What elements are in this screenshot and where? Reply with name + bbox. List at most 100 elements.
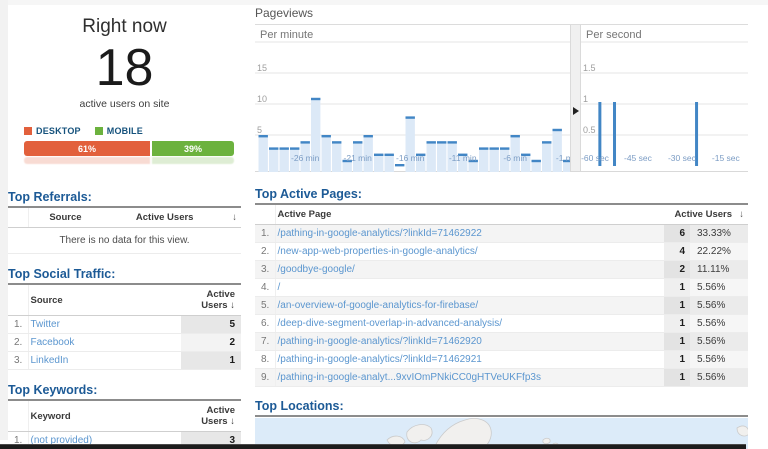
active-page-link[interactable]: /pathing-in-google-analytics/?linkId=714… — [278, 354, 482, 365]
pageviews-panel: Pageviews Per minute 5 10 15 -26 min -21 min… — [255, 6, 748, 449]
active-page-header[interactable]: Active Page — [275, 205, 664, 225]
active-page-link[interactable]: /goodbye-google/ — [278, 264, 355, 275]
row-rank: 1. — [255, 224, 276, 243]
referrals-active-users-header[interactable]: Active Users — [102, 208, 227, 229]
referrals-empty-message: There is no data for this view. — [8, 227, 241, 255]
row-rank: 1. — [8, 315, 29, 335]
svg-text:-30 sec: -30 sec — [668, 153, 697, 163]
device-split-bar: 61% 39% — [24, 141, 234, 157]
row-active-users: 1 — [664, 332, 690, 351]
realtime-summary-panel: Right now 18 active users on site DESKTO… — [8, 8, 241, 449]
svg-text:15: 15 — [257, 63, 267, 73]
active-page-link[interactable]: /an-overview-of-google-analytics-for-fir… — [278, 300, 479, 311]
chevron-right-icon — [573, 107, 579, 115]
table-row: 1. Twitter 5 — [8, 315, 241, 335]
row-active-page: /an-overview-of-google-analytics-for-fir… — [275, 296, 664, 315]
active-page-link[interactable]: /pathing-in-google-analyt...9xvIOmPNkiCC… — [278, 372, 541, 383]
row-active-users: 5 — [181, 315, 241, 335]
row-percentage: 5.56% — [690, 350, 748, 369]
row-active-users: 2 — [181, 333, 241, 353]
table-row: 6./deep-dive-segment-overlap-in-advanced… — [255, 314, 748, 333]
referrals-source-header[interactable]: Source — [28, 208, 103, 229]
active-users-count: 18 — [95, 39, 154, 97]
active-page-link[interactable]: /deep-dive-segment-overlap-in-advanced-a… — [278, 318, 503, 329]
keywords-active-users-header[interactable]: Active Users ↓ — [181, 401, 241, 433]
source-link[interactable]: Twitter — [31, 319, 60, 330]
legend-item-desktop: DESKTOP — [24, 126, 81, 136]
row-rank: 5. — [255, 296, 276, 315]
rank-header — [8, 285, 29, 317]
sort-descending-icon[interactable]: ↓ — [227, 208, 241, 229]
top-locations-section: Top Locations: — [255, 399, 748, 449]
top-referrals-table: Source Active Users ↓ There is no data f… — [8, 208, 241, 255]
row-active-page: /deep-dive-segment-overlap-in-advanced-a… — [275, 314, 664, 333]
table-row: 9./pathing-in-google-analyt...9xvIOmPNki… — [255, 368, 748, 387]
row-active-page: /pathing-in-google-analyt...9xvIOmPNkiCC… — [275, 368, 664, 387]
mobile-share-label: 39% — [184, 143, 203, 154]
row-rank: 3. — [255, 260, 276, 279]
per-minute-label: Per minute — [260, 29, 314, 41]
row-percentage: 33.33% — [690, 224, 748, 243]
sort-descending-icon: ↓ — [230, 300, 235, 312]
row-active-users: 1 — [181, 351, 241, 371]
rank-header — [255, 205, 276, 225]
svg-text:-6 min: -6 min — [503, 153, 527, 163]
mobile-share-segment: 39% — [152, 141, 234, 157]
top-keywords-table: Keyword Active Users ↓ 1. (not provided) 3 — [8, 401, 241, 449]
top-referrals-section: Top Referrals: Source Active Users ↓ The… — [8, 190, 241, 255]
row-active-users: 2 — [664, 260, 690, 279]
active-page-link[interactable]: /pathing-in-google-analytics/?linkId=714… — [278, 228, 482, 239]
row-active-page: /pathing-in-google-analytics/?linkId=714… — [275, 224, 664, 243]
row-active-page: /pathing-in-google-analytics/?linkId=714… — [275, 350, 664, 369]
row-rank: 4. — [255, 278, 276, 297]
desktop-share-label: 61% — [78, 143, 97, 154]
row-percentage: 5.56% — [690, 368, 748, 387]
table-row: 5./an-overview-of-google-analytics-for-f… — [255, 296, 748, 315]
top-referrals-title: Top Referrals: — [8, 190, 241, 209]
source-link[interactable]: LinkedIn — [31, 355, 69, 366]
source-link[interactable]: Facebook — [31, 337, 75, 348]
top-social-table: Source Active Users ↓ 1. Twitter 5 2. Facebo… — [8, 285, 241, 371]
device-split-bar-reflection — [24, 157, 234, 165]
top-social-title: Top Social Traffic: — [8, 267, 241, 286]
svg-text:-16 min: -16 min — [396, 153, 425, 163]
top-active-pages-title: Top Active Pages: — [255, 187, 748, 205]
page-margin-top — [0, 0, 768, 5]
per-second-chart: Per second 0.5 1 1.5 -60 sec -45 sec -30 sec -… — [581, 25, 748, 171]
active-page-link[interactable]: /pathing-in-google-analytics/?linkId=714… — [278, 336, 482, 347]
row-rank: 2. — [255, 242, 276, 261]
row-active-users: 1 — [664, 278, 690, 297]
top-keywords-section: Top Keywords: Keyword Active Users ↓ 1.(… — [8, 383, 241, 449]
svg-text:-21 min: -21 min — [344, 153, 373, 163]
row-rank: 2. — [8, 333, 29, 353]
top-locations-title: Top Locations: — [255, 399, 748, 417]
pages-active-users-header[interactable]: Active Users — [664, 205, 734, 225]
row-active-page: /new-app-web-properties-in-google-analyt… — [275, 242, 664, 261]
row-active-users: 4 — [664, 242, 690, 261]
table-row: 2./new-app-web-properties-in-google-anal… — [255, 242, 748, 261]
keywords-keyword-header[interactable]: Keyword — [28, 401, 181, 433]
social-active-users-header[interactable]: Active Users ↓ — [181, 285, 241, 317]
svg-text:0.5: 0.5 — [583, 125, 596, 135]
legend-item-mobile: MOBILE — [94, 126, 143, 137]
svg-text:-1 min: -1 min — [556, 153, 570, 163]
chart-expand-handle[interactable] — [570, 25, 581, 171]
row-active-page: / — [275, 278, 664, 297]
social-source-header[interactable]: Source — [28, 285, 181, 317]
pageviews-charts: Per minute 5 10 15 -26 min -21 min -16 min -11… — [255, 25, 748, 172]
top-active-pages-section: Top Active Pages: Active Page Active Use… — [255, 187, 748, 387]
sort-descending-icon[interactable]: ↓ — [734, 205, 748, 225]
row-rank: 6. — [255, 314, 276, 333]
active-users-caption: active users on site — [79, 98, 170, 111]
rank-header — [8, 208, 29, 229]
per-second-label: Per second — [586, 29, 642, 41]
rank-header — [8, 401, 29, 433]
row-active-page: /pathing-in-google-analytics/?linkId=714… — [275, 332, 664, 351]
svg-text:5: 5 — [257, 125, 262, 135]
svg-text:-26 min: -26 min — [291, 153, 320, 163]
top-social-section: Top Social Traffic: Source Active Users … — [8, 267, 241, 371]
top-keywords-title: Top Keywords: — [8, 383, 241, 402]
active-page-link[interactable]: / — [278, 282, 281, 293]
legend-mobile-label: MOBILE — [106, 126, 143, 137]
active-page-link[interactable]: /new-app-web-properties-in-google-analyt… — [278, 246, 478, 257]
